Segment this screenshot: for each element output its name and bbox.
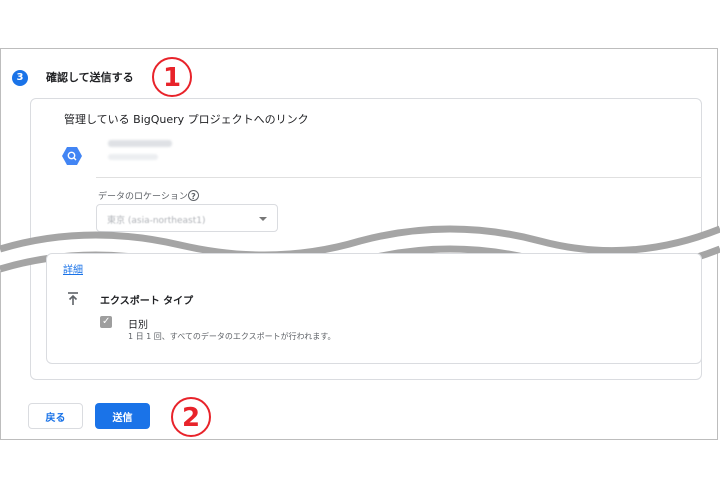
section-divider (96, 177, 702, 178)
check-icon: ✓ (102, 316, 111, 327)
location-label: データのロケーション (98, 192, 188, 202)
daily-description: 1 日 1 回、すべてのデータのエクスポートが行われます。 (128, 332, 336, 341)
annotation-marker-2: 2 (171, 397, 211, 437)
daily-label: 日別 (128, 320, 148, 331)
daily-checkbox[interactable]: ✓ (100, 316, 112, 328)
export-type-title: エクスポート タイプ (100, 296, 194, 307)
step-title: 確認して送信する (46, 71, 134, 84)
annotation-marker-1: 1 (152, 57, 192, 97)
upload-icon (68, 292, 78, 305)
submit-button[interactable]: 送信 (95, 403, 150, 429)
bigquery-icon (62, 147, 82, 165)
help-icon[interactable]: ? (188, 190, 199, 201)
step-number-badge: 3 (12, 70, 28, 86)
back-button[interactable]: 戻る (28, 403, 83, 429)
project-id-redacted (108, 140, 172, 147)
link-heading: 管理している BigQuery プロジェクトへのリンク (64, 113, 309, 126)
export-settings-card (46, 253, 702, 364)
project-name-redacted (108, 154, 158, 160)
details-link[interactable]: 詳細 (63, 261, 83, 276)
